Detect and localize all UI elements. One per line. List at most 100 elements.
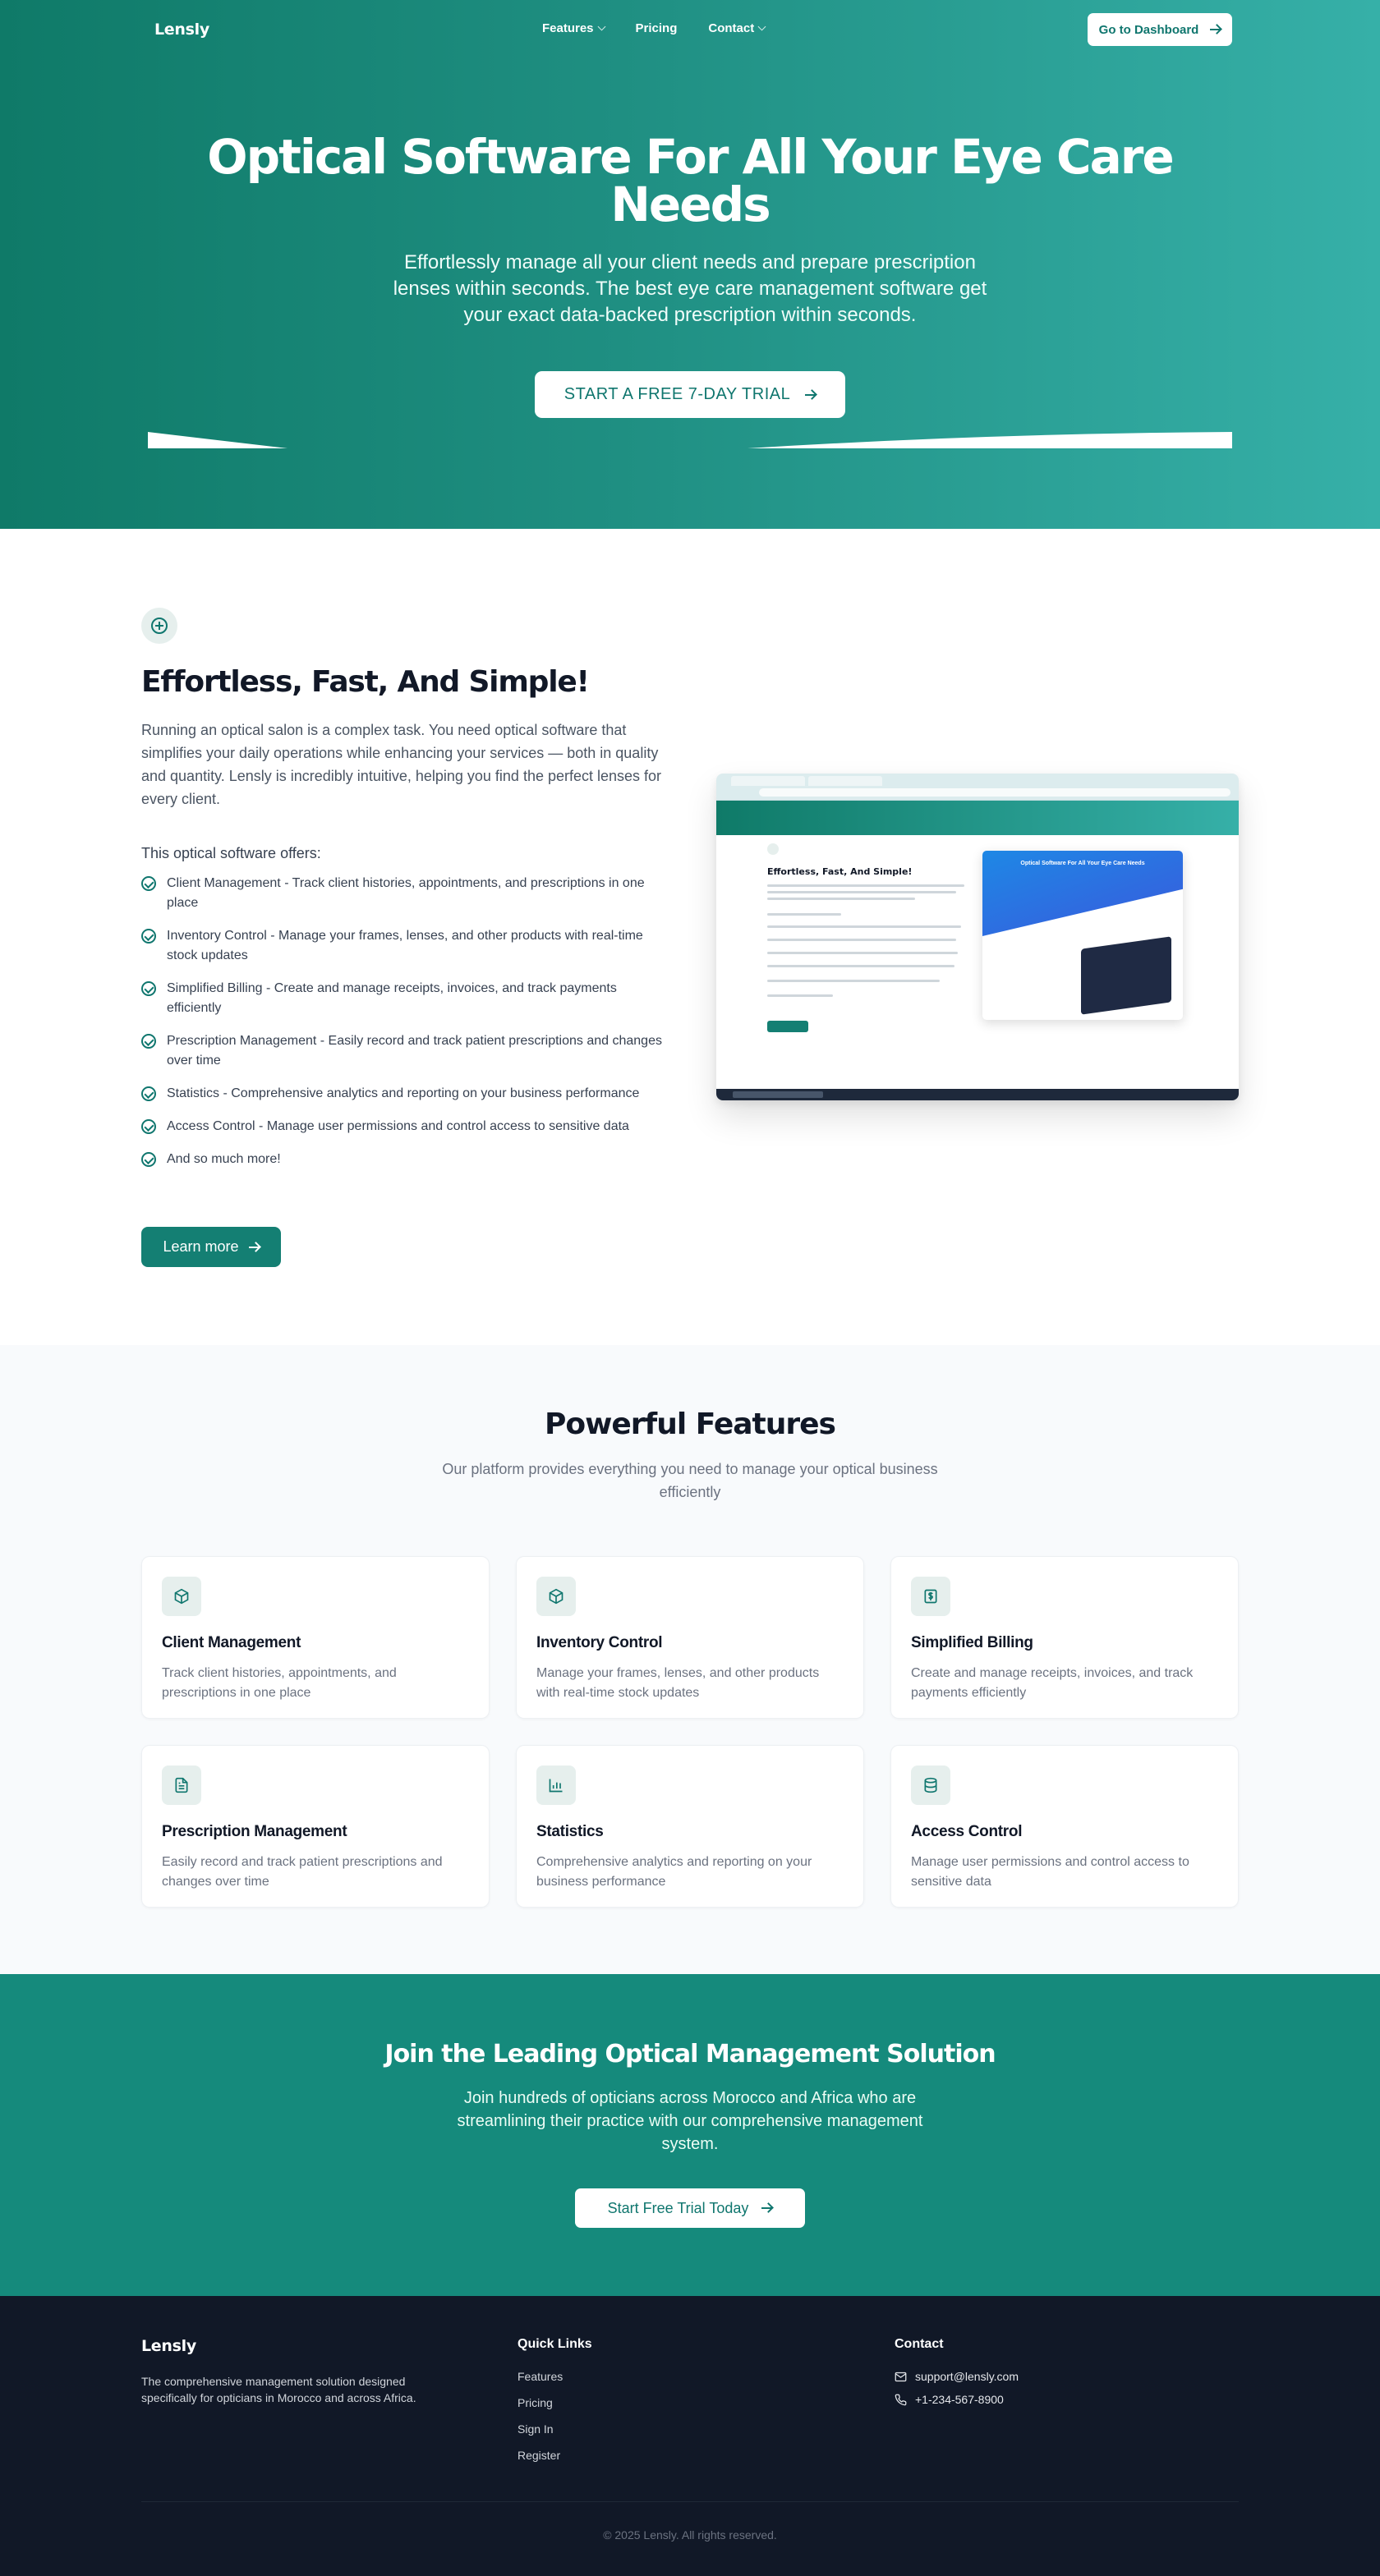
footer-description: The comprehensive management solution de… (141, 2375, 416, 2404)
screenshot-title: Effortless, Fast, And Simple! (767, 866, 913, 877)
contact-phone[interactable]: +1-234-567-8900 (895, 2393, 1019, 2406)
box-icon (536, 1577, 576, 1616)
features-subtitle: Our platform provides everything you nee… (442, 1461, 938, 1500)
dashboard-button-label: Go to Dashboard (1098, 22, 1199, 37)
file-text-icon (162, 1766, 201, 1805)
feature-card: Prescription Management Easily record an… (141, 1745, 490, 1908)
footer-link-register[interactable]: Register (518, 2449, 592, 2462)
features-section: Powerful Features Our platform provides … (0, 1345, 1380, 1974)
footer-logo[interactable]: Lensly (141, 2337, 453, 2355)
check-circle-icon (141, 981, 156, 996)
footer-contact: Contact support@lensly.com +1-234-567-89… (895, 2337, 1019, 2416)
card-desc: Track client histories, appointments, an… (162, 1666, 397, 1700)
card-desc: Easily record and track patient prescrip… (162, 1855, 443, 1889)
feature-card: Inventory Control Manage your frames, le… (516, 1556, 864, 1719)
list-item: Client Management - Track client histori… (141, 874, 667, 913)
list-item: And so much more! (141, 1150, 667, 1169)
go-to-dashboard-button[interactable]: Go to Dashboard (1088, 13, 1232, 46)
cta-section: Join the Leading Optical Management Solu… (0, 1974, 1380, 2296)
contact-email-text: support@lensly.com (915, 2370, 1019, 2383)
card-title: Statistics (536, 1823, 604, 1840)
nav-link-label: Pricing (635, 21, 678, 35)
feature-card: Access Control Manage user permissions a… (890, 1745, 1239, 1908)
plus-circle-icon (141, 608, 177, 644)
screenshot-card-title: Optical Software For All Your Eye Care N… (1020, 861, 1145, 866)
hero-title: Optical Software For All Your Eye Care N… (207, 129, 1174, 232)
card-title: Inventory Control (536, 1634, 663, 1651)
check-circle-icon (141, 876, 156, 891)
start-trial-button[interactable]: START A FREE 7-DAY TRIAL (535, 371, 845, 418)
phone-icon (895, 2394, 907, 2405)
nav-link-label: Features (542, 21, 594, 35)
about-paragraph: Running an optical salon is a complex ta… (141, 722, 662, 807)
card-desc: Manage user permissions and control acce… (911, 1855, 1189, 1889)
arrow-right-icon (248, 1246, 260, 1248)
nav-link-pricing[interactable]: Pricing (636, 21, 678, 35)
footer-quick-links: Quick Links Features Pricing Sign In Reg… (518, 2337, 592, 2475)
list-item: Access Control - Manage user permissions… (141, 1117, 667, 1136)
copyright: © 2025 Lensly. All rights reserved. (603, 2528, 777, 2542)
nav-link-contact[interactable]: Contact (708, 21, 766, 35)
chevron-down-icon (597, 22, 605, 31)
features-grid: Client Management Track client histories… (141, 1556, 1239, 1908)
hero-wave-divider (148, 432, 1232, 448)
card-title: Simplified Billing (911, 1634, 1033, 1651)
footer-link-pricing[interactable]: Pricing (518, 2396, 592, 2409)
mini-learn-button (767, 1021, 808, 1032)
hero-subtitle: Effortlessly manage all your client need… (393, 251, 987, 326)
feature-card: Simplified Billing Create and manage rec… (890, 1556, 1239, 1719)
footer: Lensly The comprehensive management solu… (0, 2296, 1380, 2576)
footer-brand: Lensly The comprehensive management solu… (141, 2337, 453, 2406)
arrow-right-icon (761, 2207, 773, 2209)
screenshot-hero (716, 801, 1239, 835)
card-title: Access Control (911, 1823, 1023, 1840)
top-navbar: Lensly Features Pricing Contact Go to Da… (148, 0, 1232, 59)
bar-chart-icon (536, 1766, 576, 1805)
card-title: Client Management (162, 1634, 301, 1651)
arrow-right-icon (1210, 29, 1221, 30)
about-title: Effortless, Fast, And Simple! (141, 665, 590, 699)
footer-link-sign-in[interactable]: Sign In (518, 2422, 592, 2436)
start-free-trial-button[interactable]: Start Free Trial Today (575, 2188, 805, 2228)
contact-email[interactable]: support@lensly.com (895, 2370, 1019, 2383)
learn-more-label: Learn more (163, 1238, 239, 1255)
card-desc: Create and manage receipts, invoices, an… (911, 1666, 1194, 1700)
features-title: Powerful Features (545, 1407, 836, 1441)
card-desc: Manage your frames, lenses, and other pr… (536, 1666, 820, 1700)
product-screenshot: Effortless, Fast, And Simple! Optical So… (716, 774, 1239, 1100)
list-item: Prescription Management - Easily record … (141, 1031, 667, 1071)
browser-chrome (716, 774, 1239, 801)
trial-button-label: START A FREE 7-DAY TRIAL (564, 385, 791, 403)
offer-text: Access Control - Manage user permissions… (167, 1119, 629, 1133)
card-desc: Comprehensive analytics and reporting on… (536, 1855, 812, 1889)
mini-icon (767, 843, 779, 855)
offer-text: Statistics - Comprehensive analytics and… (167, 1086, 640, 1100)
offer-text: Prescription Management - Easily record … (167, 1034, 662, 1068)
arrow-right-icon (805, 393, 816, 396)
about-content: Effortless, Fast, And Simple! Running an… (141, 665, 667, 1182)
list-item: Inventory Control - Manage your frames, … (141, 926, 667, 966)
offers-label: This optical software offers: (141, 845, 321, 861)
offer-text: Inventory Control - Manage your frames, … (167, 929, 643, 962)
footer-link-features[interactable]: Features (518, 2370, 592, 2383)
offer-text: Client Management - Track client histori… (167, 876, 645, 910)
logo[interactable]: Lensly (148, 21, 209, 39)
feature-card: Client Management Track client histories… (141, 1556, 490, 1719)
dollar-icon (911, 1577, 950, 1616)
feature-card: Statistics Comprehensive analytics and r… (516, 1745, 864, 1908)
nav-links: Features Pricing Contact (542, 21, 766, 35)
chevron-down-icon (757, 22, 766, 31)
nav-link-features[interactable]: Features (542, 21, 605, 35)
card-title: Prescription Management (162, 1823, 347, 1840)
about-section: Effortless, Fast, And Simple! Running an… (0, 529, 1380, 1345)
check-circle-icon (141, 929, 156, 944)
check-circle-icon (141, 1086, 156, 1101)
learn-more-button[interactable]: Learn more (141, 1227, 281, 1267)
nav-link-label: Contact (708, 21, 755, 35)
cta-title: Join the Leading Optical Management Solu… (384, 2040, 996, 2069)
check-circle-icon (141, 1119, 156, 1134)
check-circle-icon (141, 1034, 156, 1049)
list-item: Statistics - Comprehensive analytics and… (141, 1084, 667, 1104)
cta-subtitle: Join hundreds of opticians across Morocc… (457, 2089, 923, 2153)
hero-section: Lensly Features Pricing Contact Go to Da… (0, 0, 1380, 529)
